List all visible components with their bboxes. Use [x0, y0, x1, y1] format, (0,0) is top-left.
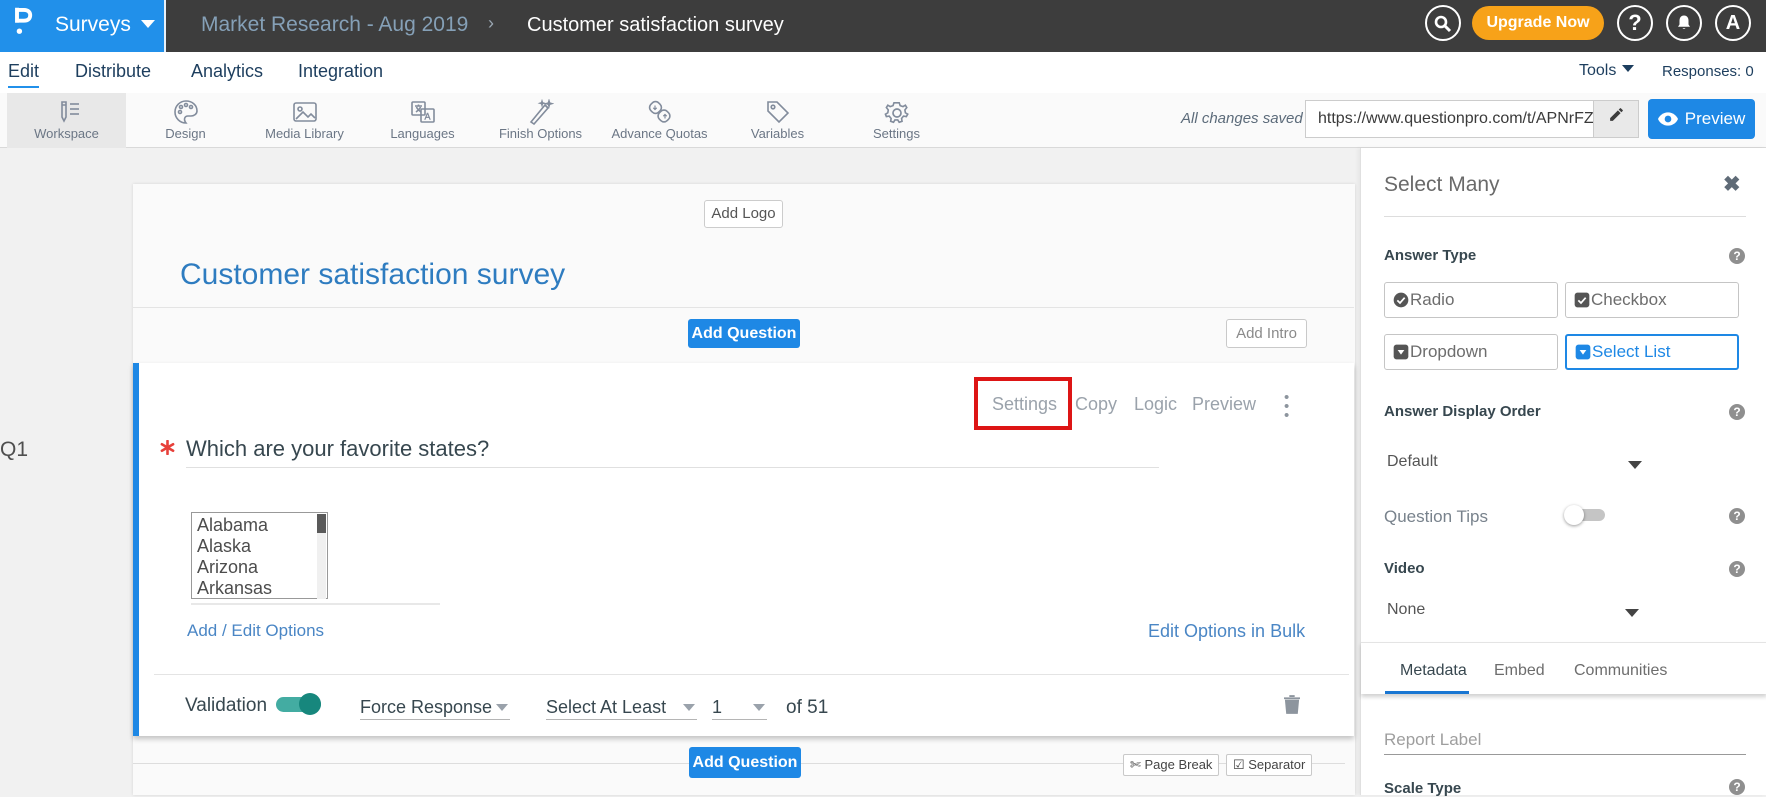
svg-text:A: A [424, 112, 430, 122]
